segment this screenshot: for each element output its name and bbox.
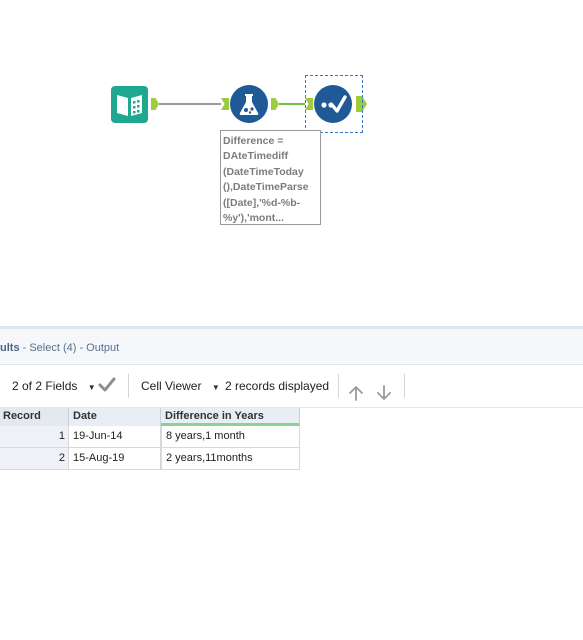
results-toolbar: 2 of 2 Fields ▼ Cell Viewer ▼ 2 records … [0, 365, 583, 408]
column-header-difference[interactable]: Difference in Years [161, 408, 300, 426]
chevron-down-icon: ▼ [211, 383, 220, 392]
input-output-anchor[interactable] [151, 98, 159, 110]
results-title: ults - Select (4) - Output [0, 342, 119, 354]
formula-output-anchor[interactable] [271, 98, 279, 110]
apply-fields-button[interactable] [98, 377, 116, 397]
column-header-date[interactable]: Date [69, 408, 161, 426]
row-number: 2 [0, 448, 69, 470]
results-header: ults - Select (4) - Output [0, 329, 583, 365]
arrow-down-icon [377, 385, 391, 400]
toolbar-separator [404, 374, 405, 398]
arrow-up-icon [349, 386, 363, 401]
selection-outline [305, 75, 363, 133]
fields-label: 2 of 2 Fields [12, 379, 78, 393]
records-displayed: 2 records displayed [225, 379, 330, 393]
workflow-canvas[interactable]: Difference = DAteTimediff (DateTimeToday… [0, 0, 583, 326]
column-header-record[interactable]: Record [0, 408, 69, 426]
chevron-down-icon: ▼ [87, 383, 96, 392]
table-cell-difference[interactable]: 8 years,1 month [161, 426, 300, 448]
navigate-down-button[interactable] [375, 377, 393, 400]
formula-annotation: Difference = DAteTimediff (DateTimeToday… [220, 130, 321, 225]
navigate-up-button[interactable] [347, 377, 365, 401]
cell-viewer-label: Cell Viewer [141, 379, 202, 393]
flask-icon [230, 85, 268, 123]
input-data-tool[interactable] [111, 86, 148, 123]
table-cell-date[interactable]: 19-Jun-14 [69, 426, 161, 448]
fields-dropdown[interactable]: 2 of 2 Fields ▼ [12, 365, 96, 407]
connection-line-1[interactable] [159, 103, 221, 105]
results-title-bold: ults [0, 342, 20, 354]
results-pane: ults - Select (4) - Output 2 of 2 Fields… [0, 326, 583, 640]
formula-input-anchor[interactable] [221, 98, 229, 110]
connection-line-2[interactable] [279, 103, 305, 105]
results-title-source: - Select (4) - Output [19, 342, 120, 354]
open-book-icon [111, 86, 148, 123]
toolbar-separator [338, 374, 339, 398]
cell-viewer-dropdown[interactable]: Cell Viewer ▼ [141, 365, 220, 407]
formula-tool[interactable] [230, 85, 268, 123]
row-number: 1 [0, 426, 69, 448]
toolbar-separator [128, 374, 129, 398]
checkmark-icon [98, 377, 116, 392]
table-cell-difference[interactable]: 2 years,11months [161, 448, 300, 470]
table-cell-date[interactable]: 15-Aug-19 [69, 448, 161, 470]
